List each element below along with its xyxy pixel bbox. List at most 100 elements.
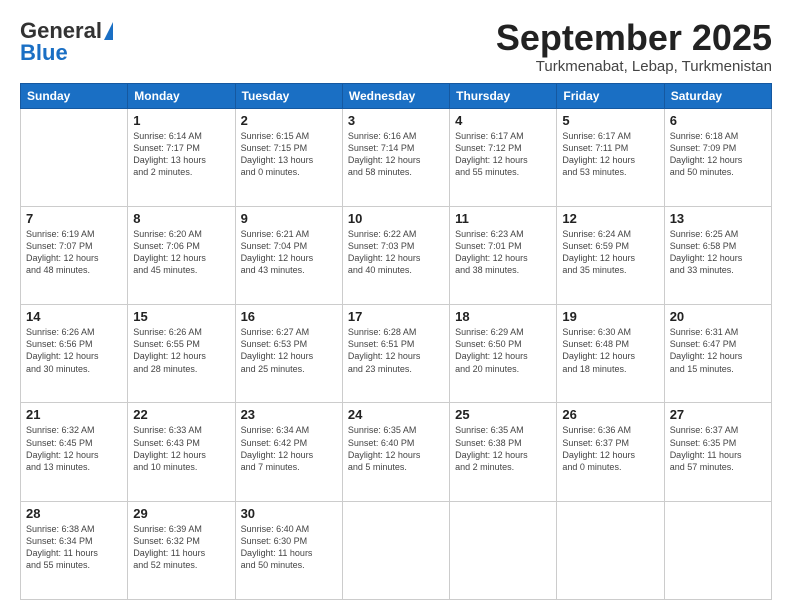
calendar-day-cell bbox=[450, 501, 557, 599]
calendar-day-cell: 3Sunrise: 6:16 AM Sunset: 7:14 PM Daylig… bbox=[342, 108, 449, 206]
day-info: Sunrise: 6:36 AM Sunset: 6:37 PM Dayligh… bbox=[562, 424, 658, 473]
day-info: Sunrise: 6:27 AM Sunset: 6:53 PM Dayligh… bbox=[241, 326, 337, 375]
day-number: 8 bbox=[133, 211, 229, 226]
logo-triangle-icon bbox=[104, 22, 113, 40]
day-info: Sunrise: 6:23 AM Sunset: 7:01 PM Dayligh… bbox=[455, 228, 551, 277]
day-number: 14 bbox=[26, 309, 122, 324]
day-info: Sunrise: 6:34 AM Sunset: 6:42 PM Dayligh… bbox=[241, 424, 337, 473]
calendar-day-header: Sunday bbox=[21, 83, 128, 108]
calendar-day-cell: 11Sunrise: 6:23 AM Sunset: 7:01 PM Dayli… bbox=[450, 206, 557, 304]
day-info: Sunrise: 6:18 AM Sunset: 7:09 PM Dayligh… bbox=[670, 130, 766, 179]
location: Turkmenabat, Lebap, Turkmenistan bbox=[496, 58, 772, 75]
calendar-week-row: 28 Sunrise: 6:38 AM Sunset: 6:34 PM Dayli… bbox=[21, 501, 772, 599]
calendar-day-cell: 15 Sunrise: 6:26 AM Sunset: 6:55 PM Dayli… bbox=[128, 305, 235, 403]
calendar-table: SundayMondayTuesdayWednesdayThursdayFrid… bbox=[20, 83, 772, 600]
calendar-day-header: Tuesday bbox=[235, 83, 342, 108]
day-number: 5 bbox=[562, 113, 658, 128]
day-number: 22 bbox=[133, 407, 229, 422]
day-number: 18 bbox=[455, 309, 551, 324]
calendar-day-cell: 1Sunrise: 6:14 AM Sunset: 7:17 PM Daylig… bbox=[128, 108, 235, 206]
day-info: Sunrise: 6:40 AM Sunset: 6:30 PM Dayligh… bbox=[241, 523, 337, 572]
day-info: Sunrise: 6:14 AM Sunset: 7:17 PM Dayligh… bbox=[133, 130, 229, 179]
day-info: Sunrise: 6:24 AM Sunset: 6:59 PM Dayligh… bbox=[562, 228, 658, 277]
calendar-day-header: Wednesday bbox=[342, 83, 449, 108]
calendar-day-cell: 30 Sunrise: 6:40 AM Sunset: 6:30 PM Dayli… bbox=[235, 501, 342, 599]
calendar-day-cell: 6 Sunrise: 6:18 AM Sunset: 7:09 PM Daylig… bbox=[664, 108, 771, 206]
day-number: 19 bbox=[562, 309, 658, 324]
day-info: Sunrise: 6:35 AM Sunset: 6:38 PM Dayligh… bbox=[455, 424, 551, 473]
calendar-day-cell: 27 Sunrise: 6:37 AM Sunset: 6:35 PM Dayli… bbox=[664, 403, 771, 501]
calendar-day-cell: 14 Sunrise: 6:26 AM Sunset: 6:56 PM Dayli… bbox=[21, 305, 128, 403]
calendar-week-row: 14 Sunrise: 6:26 AM Sunset: 6:56 PM Dayli… bbox=[21, 305, 772, 403]
calendar-day-cell: 24Sunrise: 6:35 AM Sunset: 6:40 PM Dayli… bbox=[342, 403, 449, 501]
calendar-day-cell: 13 Sunrise: 6:25 AM Sunset: 6:58 PM Dayli… bbox=[664, 206, 771, 304]
day-info: Sunrise: 6:20 AM Sunset: 7:06 PM Dayligh… bbox=[133, 228, 229, 277]
day-number: 6 bbox=[670, 113, 766, 128]
title-block: September 2025 Turkmenabat, Lebap, Turkm… bbox=[496, 18, 772, 75]
month-title: September 2025 bbox=[496, 18, 772, 58]
day-info: Sunrise: 6:25 AM Sunset: 6:58 PM Dayligh… bbox=[670, 228, 766, 277]
calendar-day-cell: 8 Sunrise: 6:20 AM Sunset: 7:06 PM Daylig… bbox=[128, 206, 235, 304]
day-number: 29 bbox=[133, 506, 229, 521]
day-info: Sunrise: 6:32 AM Sunset: 6:45 PM Dayligh… bbox=[26, 424, 122, 473]
day-info: Sunrise: 6:19 AM Sunset: 7:07 PM Dayligh… bbox=[26, 228, 122, 277]
calendar-day-cell bbox=[557, 501, 664, 599]
day-info: Sunrise: 6:38 AM Sunset: 6:34 PM Dayligh… bbox=[26, 523, 122, 572]
day-info: Sunrise: 6:29 AM Sunset: 6:50 PM Dayligh… bbox=[455, 326, 551, 375]
day-info: Sunrise: 6:26 AM Sunset: 6:55 PM Dayligh… bbox=[133, 326, 229, 375]
day-number: 20 bbox=[670, 309, 766, 324]
calendar-day-cell: 29 Sunrise: 6:39 AM Sunset: 6:32 PM Dayli… bbox=[128, 501, 235, 599]
day-info: Sunrise: 6:21 AM Sunset: 7:04 PM Dayligh… bbox=[241, 228, 337, 277]
day-info: Sunrise: 6:22 AM Sunset: 7:03 PM Dayligh… bbox=[348, 228, 444, 277]
day-info: Sunrise: 6:17 AM Sunset: 7:11 PM Dayligh… bbox=[562, 130, 658, 179]
calendar-day-cell: 19 Sunrise: 6:30 AM Sunset: 6:48 PM Dayli… bbox=[557, 305, 664, 403]
day-info: Sunrise: 6:30 AM Sunset: 6:48 PM Dayligh… bbox=[562, 326, 658, 375]
calendar-day-header: Saturday bbox=[664, 83, 771, 108]
day-info: Sunrise: 6:39 AM Sunset: 6:32 PM Dayligh… bbox=[133, 523, 229, 572]
day-info: Sunrise: 6:16 AM Sunset: 7:14 PM Dayligh… bbox=[348, 130, 444, 179]
calendar-day-cell: 21 Sunrise: 6:32 AM Sunset: 6:45 PM Dayli… bbox=[21, 403, 128, 501]
day-info: Sunrise: 6:37 AM Sunset: 6:35 PM Dayligh… bbox=[670, 424, 766, 473]
calendar-day-cell: 7 Sunrise: 6:19 AM Sunset: 7:07 PM Daylig… bbox=[21, 206, 128, 304]
day-number: 27 bbox=[670, 407, 766, 422]
day-info: Sunrise: 6:17 AM Sunset: 7:12 PM Dayligh… bbox=[455, 130, 551, 179]
calendar-day-cell: 10 Sunrise: 6:22 AM Sunset: 7:03 PM Dayli… bbox=[342, 206, 449, 304]
day-number: 4 bbox=[455, 113, 551, 128]
day-number: 25 bbox=[455, 407, 551, 422]
day-info: Sunrise: 6:28 AM Sunset: 6:51 PM Dayligh… bbox=[348, 326, 444, 375]
calendar-day-cell: 9 Sunrise: 6:21 AM Sunset: 7:04 PM Daylig… bbox=[235, 206, 342, 304]
day-number: 26 bbox=[562, 407, 658, 422]
day-number: 7 bbox=[26, 211, 122, 226]
calendar-week-row: 1Sunrise: 6:14 AM Sunset: 7:17 PM Daylig… bbox=[21, 108, 772, 206]
calendar-day-cell: 22 Sunrise: 6:33 AM Sunset: 6:43 PM Dayli… bbox=[128, 403, 235, 501]
day-number: 30 bbox=[241, 506, 337, 521]
calendar-day-cell: 25 Sunrise: 6:35 AM Sunset: 6:38 PM Dayli… bbox=[450, 403, 557, 501]
page: General Blue September 2025 Turkmenabat,… bbox=[0, 0, 792, 612]
day-number: 2 bbox=[241, 113, 337, 128]
calendar-day-header: Thursday bbox=[450, 83, 557, 108]
day-number: 12 bbox=[562, 211, 658, 226]
day-number: 13 bbox=[670, 211, 766, 226]
day-number: 10 bbox=[348, 211, 444, 226]
day-number: 15 bbox=[133, 309, 229, 324]
calendar-day-cell: 4 Sunrise: 6:17 AM Sunset: 7:12 PM Daylig… bbox=[450, 108, 557, 206]
day-info: Sunrise: 6:35 AM Sunset: 6:40 PM Dayligh… bbox=[348, 424, 444, 473]
calendar-day-cell: 5 Sunrise: 6:17 AM Sunset: 7:11 PM Daylig… bbox=[557, 108, 664, 206]
day-number: 16 bbox=[241, 309, 337, 324]
calendar-day-header: Monday bbox=[128, 83, 235, 108]
calendar-day-cell: 20 Sunrise: 6:31 AM Sunset: 6:47 PM Dayli… bbox=[664, 305, 771, 403]
calendar-day-cell: 12 Sunrise: 6:24 AM Sunset: 6:59 PM Dayli… bbox=[557, 206, 664, 304]
day-info: Sunrise: 6:33 AM Sunset: 6:43 PM Dayligh… bbox=[133, 424, 229, 473]
day-number: 21 bbox=[26, 407, 122, 422]
calendar-day-cell: 2Sunrise: 6:15 AM Sunset: 7:15 PM Daylig… bbox=[235, 108, 342, 206]
logo: General Blue bbox=[20, 18, 113, 66]
logo-blue: Blue bbox=[20, 40, 68, 66]
day-info: Sunrise: 6:31 AM Sunset: 6:47 PM Dayligh… bbox=[670, 326, 766, 375]
calendar-day-cell: 23Sunrise: 6:34 AM Sunset: 6:42 PM Dayli… bbox=[235, 403, 342, 501]
day-number: 9 bbox=[241, 211, 337, 226]
day-info: Sunrise: 6:26 AM Sunset: 6:56 PM Dayligh… bbox=[26, 326, 122, 375]
calendar-day-cell: 17Sunrise: 6:28 AM Sunset: 6:51 PM Dayli… bbox=[342, 305, 449, 403]
day-number: 28 bbox=[26, 506, 122, 521]
calendar-day-cell bbox=[342, 501, 449, 599]
calendar-week-row: 7 Sunrise: 6:19 AM Sunset: 7:07 PM Daylig… bbox=[21, 206, 772, 304]
